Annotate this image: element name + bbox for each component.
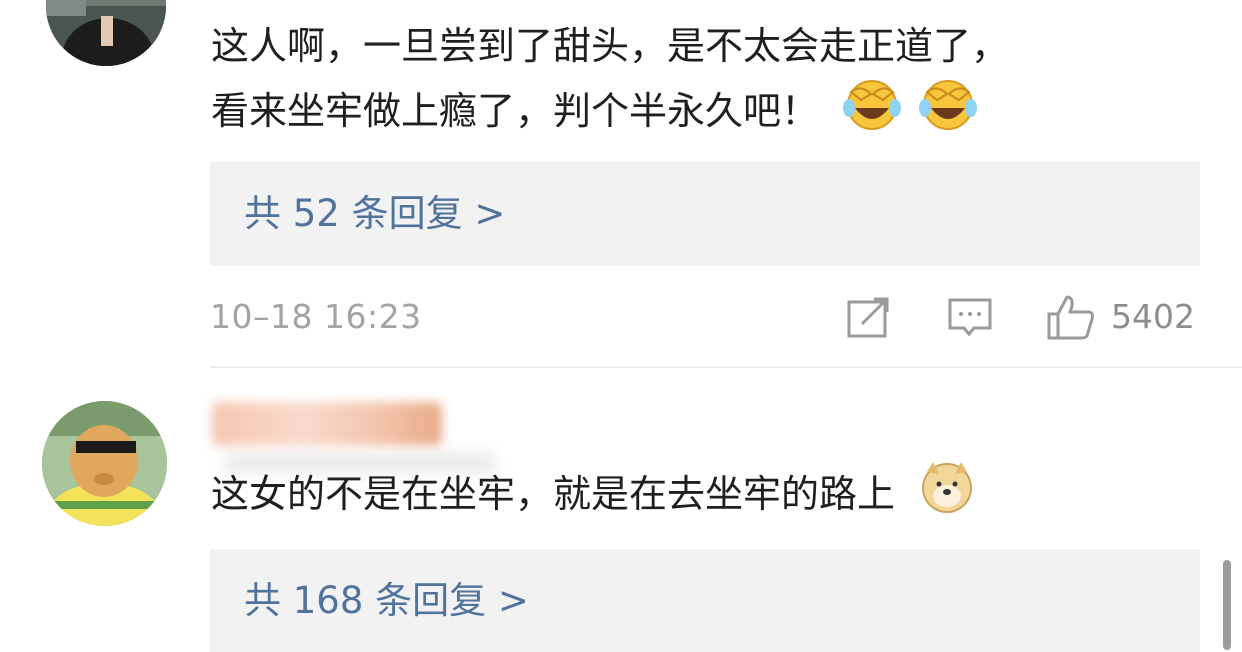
comment-icon[interactable] [948, 294, 992, 342]
reply-summary-link[interactable]: 共 52 条回复 > [210, 162, 1200, 266]
scrollbar[interactable] [1223, 560, 1231, 650]
avatar[interactable] [46, 0, 166, 66]
comment-text: 这女的不是在坐牢，就是在去坐牢的路上 [211, 460, 975, 533]
avatar[interactable] [42, 401, 167, 526]
comment-text: 这人啊，一旦尝到了甜头，是不太会走正道了， 看来坐牢做上瘾了，判个半永久吧！ [211, 14, 1009, 149]
comment-text-line: 这人啊，一旦尝到了甜头，是不太会走正道了， [211, 24, 1010, 68]
divider [210, 366, 1242, 368]
laughing-cry-icon [919, 78, 978, 149]
reply-summary-link[interactable]: 共 168 条回复 > [210, 549, 1200, 652]
comment-text-part: 看来坐牢做上瘾了，判个半永久吧！ [211, 89, 820, 133]
comment-timestamp: 10–18 16:23 [210, 297, 422, 336]
comment-text-part: 这女的不是在坐牢，就是在去坐牢的路上 [211, 472, 896, 516]
comment-text-line: 看来坐牢做上瘾了，判个半永久吧！ [211, 78, 1009, 149]
laughing-cry-icon [843, 78, 902, 149]
doge-icon [919, 460, 975, 533]
username-blurred [212, 402, 442, 446]
like-icon[interactable] [1047, 294, 1097, 342]
like-count: 5402 [1111, 297, 1195, 336]
repost-icon[interactable] [846, 294, 890, 342]
